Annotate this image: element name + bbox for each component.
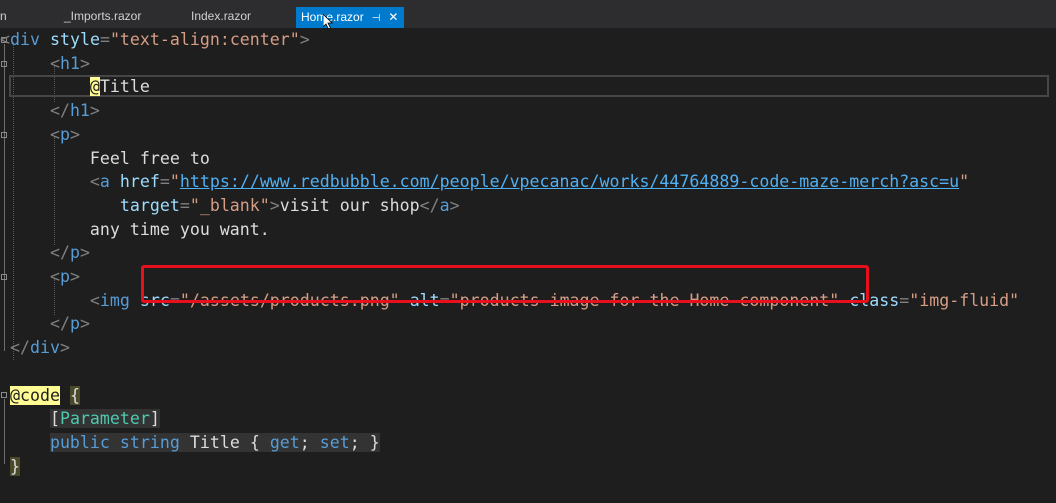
- code-line-7: <a href="https://www.redbubble.com/peopl…: [89, 172, 970, 192]
- code-line-17: [Parameter]: [49, 409, 160, 429]
- code-line-9: any time you want.: [89, 219, 270, 239]
- tab-label: n: [0, 9, 7, 23]
- tab-home-razor[interactable]: Home.razor ⊣ ✕: [296, 7, 405, 28]
- annotation-highlight-box: [141, 265, 869, 303]
- close-icon[interactable]: ✕: [388, 10, 398, 24]
- code-line-10: </p>: [49, 243, 90, 263]
- tab-label: _Imports.razor: [64, 9, 142, 23]
- code-line-2: <h1>: [49, 53, 90, 73]
- tab-bar: n _Imports.razor Index.razor Home.razor ⊣…: [0, 0, 1056, 30]
- code-line-5: <p>: [49, 124, 80, 144]
- code-line-18: public string Title { get; set; }: [49, 432, 380, 452]
- code-line-19: }: [10, 456, 20, 476]
- href-link[interactable]: https://www.redbubble.com/people/vpecana…: [180, 172, 959, 191]
- tab-index-razor[interactable]: Index.razor: [191, 6, 251, 26]
- code-editor[interactable]: <div style="text-align:center"> <h1> @Ti…: [0, 28, 1056, 503]
- code-line-4: </h1>: [49, 101, 100, 121]
- tab-partial[interactable]: n: [0, 6, 7, 26]
- current-line-highlight: [9, 75, 1049, 97]
- code-line-16: @code {: [10, 385, 80, 405]
- code-line-13: </p>: [49, 314, 90, 334]
- code-line-11: <p>: [49, 267, 80, 286]
- code-line-8: target="_blank">visit our shop</a>: [119, 195, 460, 215]
- code-line-6: Feel free to: [89, 148, 210, 168]
- code-line-3: @Title: [89, 77, 150, 97]
- code-line-14: </div>: [10, 338, 70, 358]
- tab-imports-razor[interactable]: _Imports.razor: [64, 6, 141, 26]
- code-line-1: <div style="text-align:center">: [0, 30, 310, 49]
- tab-label: Index.razor: [191, 9, 252, 23]
- pin-icon[interactable]: ⊣: [372, 13, 381, 24]
